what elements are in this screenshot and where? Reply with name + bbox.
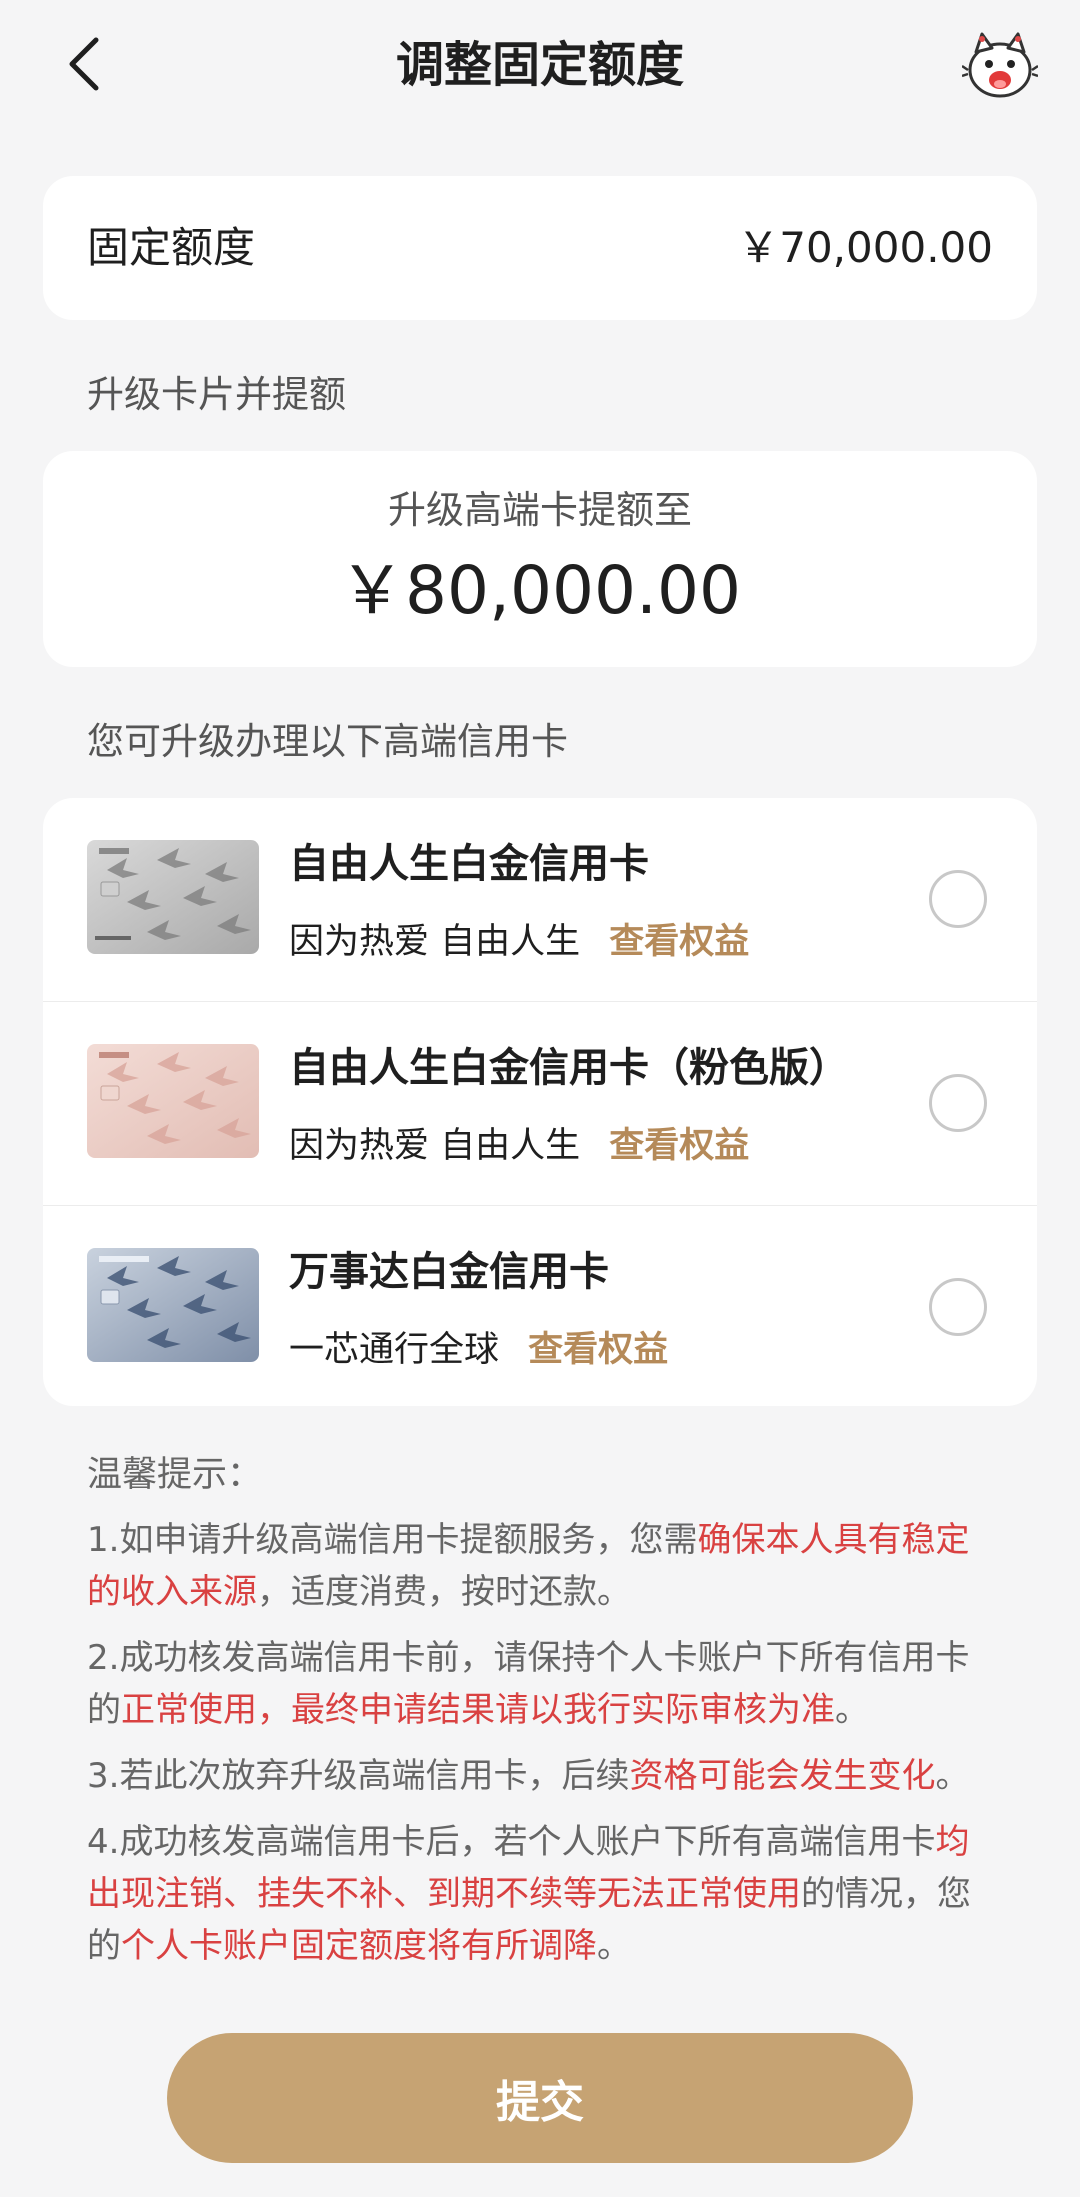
fixed-limit-value: ￥70,000.00	[737, 223, 993, 272]
list-item[interactable]: 自由人生白金信用卡（粉色版） 因为热爱 自由人生 查看权益	[43, 1002, 1037, 1205]
tips-title: 温馨提示：	[87, 1455, 263, 1495]
card-image-silver	[87, 840, 259, 954]
card-image-blue	[87, 1248, 259, 1362]
view-benefits-link[interactable]: 查看权益	[609, 922, 749, 962]
tip-highlight: 正常使用，最终申请结果请以我行实际审核为准	[121, 1690, 835, 1730]
tip-4: 4.成功核发高端信用卡后，若个人账户下所有高端信用卡均出现注销、挂失不补、到期不…	[87, 1816, 992, 1972]
select-radio[interactable]	[929, 1074, 987, 1132]
card-name: 万事达白金信用卡	[289, 1249, 609, 1295]
upgrade-subtitle: 升级高端卡提额至	[387, 488, 692, 532]
upgrade-limit-card: 升级高端卡提额至 ￥80,000.00	[43, 451, 1037, 667]
card-options-list: 自由人生白金信用卡 因为热爱 自由人生 查看权益 自由人生白金信用卡（粉色版） …	[43, 798, 1037, 1406]
card-image-pink	[87, 1044, 259, 1158]
card-tagline-row: 因为热爱 自由人生 查看权益	[289, 1122, 749, 1170]
tip-2: 2.成功核发高端信用卡前，请保持个人卡账户下所有信用卡的正常使用，最终申请结果请…	[87, 1632, 992, 1736]
fixed-limit-label: 固定额度	[87, 223, 256, 272]
tip-highlight: 个人卡账户固定额度将有所调降	[121, 1926, 597, 1966]
tip-text: 1.如申请升级高端信用卡提额服务，您需	[87, 1520, 698, 1560]
select-radio[interactable]	[929, 1278, 987, 1336]
fixed-limit-card: 固定额度 ￥70,000.00	[43, 176, 1037, 320]
tip-text: ，适度消费，按时还款。	[257, 1572, 631, 1612]
card-tagline: 一芯通行全球	[289, 1330, 500, 1370]
tip-text: 。	[597, 1926, 631, 1966]
upgrade-amount: ￥80,000.00	[339, 552, 741, 629]
select-radio[interactable]	[929, 870, 987, 928]
tip-text: 3.若此次放弃升级高端信用卡，后续	[87, 1756, 630, 1796]
tip-highlight: 资格可能会发生变化	[629, 1756, 936, 1796]
card-tagline-row: 因为热爱 自由人生 查看权益	[289, 918, 749, 966]
card-tagline: 因为热爱 自由人生	[289, 922, 581, 962]
card-tagline: 因为热爱 自由人生	[289, 1126, 581, 1166]
list-item[interactable]: 万事达白金信用卡 一芯通行全球 查看权益	[43, 1206, 1037, 1409]
page-title: 调整固定额度	[395, 37, 684, 93]
card-tagline-row: 一芯通行全球 查看权益	[289, 1326, 668, 1374]
tip-text: 。	[835, 1690, 869, 1730]
card-list-section-title: 您可升级办理以下高端信用卡	[87, 720, 568, 763]
tip-3: 3.若此次放弃升级高端信用卡，后续资格可能会发生变化。	[87, 1750, 992, 1802]
tip-1: 1.如申请升级高端信用卡提额服务，您需确保本人具有稳定的收入来源，适度消费，按时…	[87, 1514, 992, 1618]
view-benefits-link[interactable]: 查看权益	[609, 1126, 749, 1166]
tip-text: 4.成功核发高端信用卡后，若个人账户下所有高端信用卡	[87, 1822, 936, 1862]
submit-button[interactable]: 提交	[167, 2033, 913, 2163]
card-name: 自由人生白金信用卡	[289, 841, 649, 887]
tip-text: 。	[935, 1756, 970, 1796]
list-item[interactable]: 自由人生白金信用卡 因为热爱 自由人生 查看权益	[43, 798, 1037, 1001]
assistant-mascot-icon[interactable]	[961, 30, 1039, 100]
view-benefits-link[interactable]: 查看权益	[528, 1330, 668, 1370]
card-name: 自由人生白金信用卡（粉色版）	[289, 1045, 849, 1091]
header: 调整固定额度	[0, 0, 1080, 130]
upgrade-section-title: 升级卡片并提额	[87, 373, 346, 416]
